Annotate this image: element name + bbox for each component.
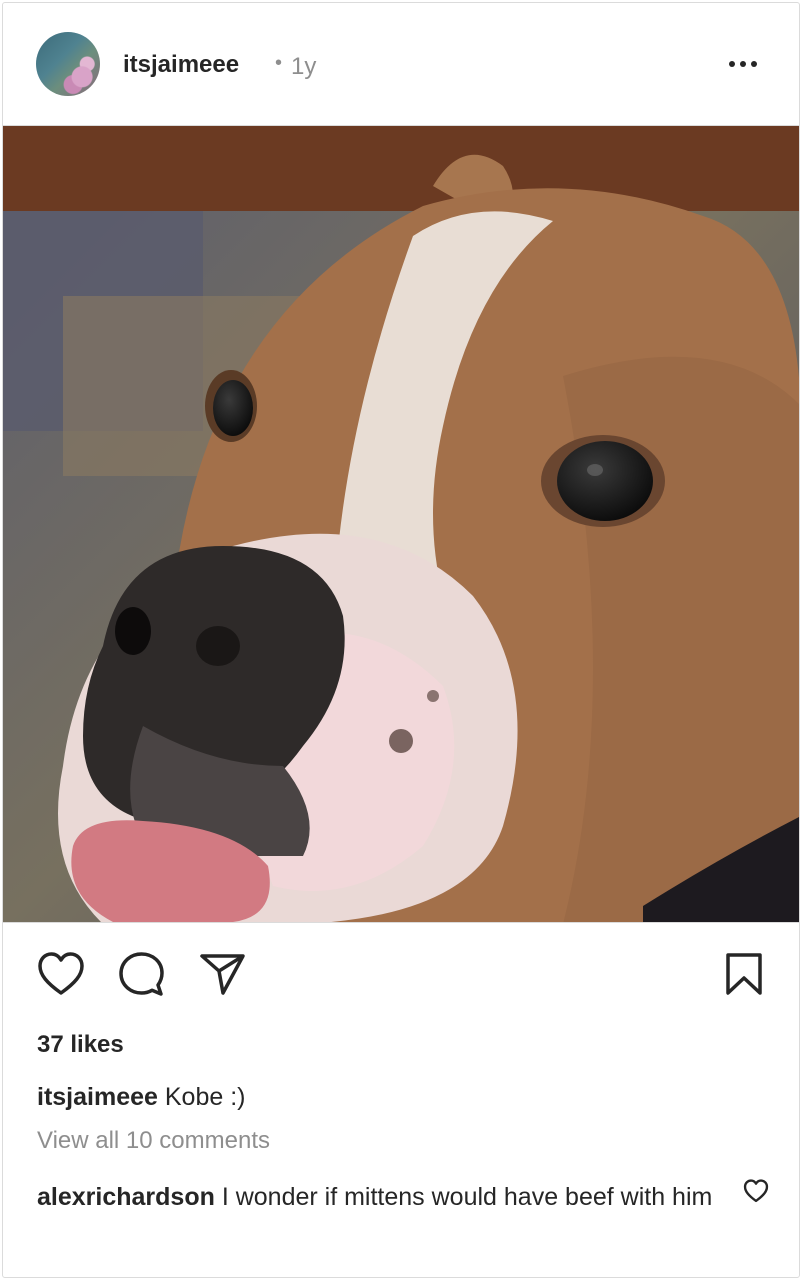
caption-username[interactable]: itsjaimeee: [37, 1083, 158, 1111]
post-username[interactable]: itsjaimeee: [123, 51, 239, 79]
comment-button[interactable]: [117, 951, 165, 1002]
bookmark-icon: [726, 953, 762, 995]
post-header: itsjaimeee • 1y: [3, 3, 799, 125]
likes-count[interactable]: 37 likes: [37, 1031, 124, 1059]
comment-bubble-icon: [119, 952, 164, 996]
post-card: itsjaimeee • 1y 37 likes itsjaimeee Kobe…: [2, 2, 800, 1278]
avatar[interactable]: [36, 32, 100, 96]
separator-dot: •: [275, 52, 283, 74]
view-all-comments-link[interactable]: View all 10 comments: [37, 1127, 270, 1155]
post-photo[interactable]: [3, 125, 799, 923]
heart-icon: [38, 952, 84, 995]
like-button[interactable]: [37, 951, 85, 1002]
comment-item: alexrichardson I wonder if mittens would…: [37, 1179, 717, 1215]
action-bar: [3, 923, 799, 1023]
caption: itsjaimeee Kobe :): [37, 1083, 245, 1112]
post-timestamp[interactable]: 1y: [291, 53, 316, 81]
small-heart-icon: [743, 1179, 769, 1203]
share-button[interactable]: [199, 951, 247, 1002]
comment-username[interactable]: alexrichardson: [37, 1183, 215, 1211]
paper-plane-icon: [200, 954, 245, 995]
save-button[interactable]: [723, 951, 765, 1002]
dog-photo: [3, 126, 799, 922]
caption-text: Kobe :): [164, 1083, 246, 1111]
comment-like-button[interactable]: [743, 1179, 769, 1208]
more-horizontal-icon: [729, 61, 757, 67]
more-options-button[interactable]: [723, 49, 763, 79]
comment-text: I wonder if mittens would have beef with…: [221, 1183, 713, 1211]
